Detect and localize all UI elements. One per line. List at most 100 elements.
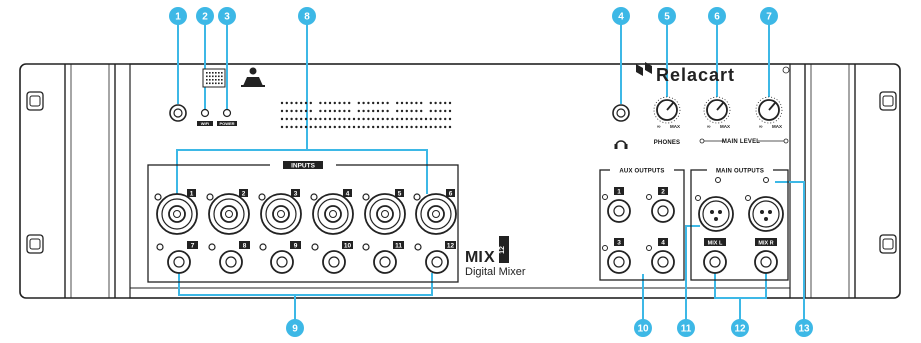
line-input-inner (431, 256, 443, 268)
callout-number: 2 (202, 12, 208, 23)
grille-dot (309, 109, 312, 113)
line-input-inner (328, 256, 340, 268)
aux-output-number: 1 (617, 189, 621, 196)
grille-dot (415, 101, 418, 105)
knob-min-mark: ∞ (657, 124, 661, 130)
grille-dot (391, 117, 394, 121)
grille-dot (434, 109, 437, 113)
input-screw (362, 193, 370, 201)
grille-dot (362, 101, 365, 105)
grille-dot (420, 109, 423, 113)
input-screw (310, 193, 318, 201)
input-screw (206, 193, 214, 201)
callout-number: 1 (175, 12, 181, 23)
grille-dot (314, 117, 317, 121)
main-level-label: MAIN LEVEL (722, 139, 760, 145)
input-screw (208, 243, 216, 251)
mixer-front-panel: WiFi POWER ∞ MAX ∞ MAX ∞ MAX PHONES MAIN LEVEL Rel… (19, 7, 901, 337)
xlr-pin (718, 210, 722, 214)
grille-dot (372, 101, 375, 105)
grille-dot (400, 125, 404, 129)
grid-dot (209, 82, 211, 85)
grille-dot (434, 101, 437, 105)
knob-max-mark: MAX (772, 124, 782, 129)
grille-dot (348, 125, 351, 129)
grille-dot (376, 101, 380, 105)
xlr-pin (764, 217, 768, 221)
grille-dot (439, 109, 442, 113)
combo-input-pin (277, 210, 285, 218)
grille-dot (300, 117, 303, 121)
grille-dot (304, 117, 308, 121)
phones-jack-inner (616, 108, 626, 118)
grid-dot (218, 79, 220, 81)
aux-outputs-title: AUX OUTPUTS (619, 169, 664, 175)
grille-dot (391, 125, 394, 129)
grille-dot (381, 117, 384, 121)
grille-dot (343, 117, 346, 121)
grid-dot (212, 82, 214, 85)
xlr-screw (695, 195, 701, 201)
brand-name: Relacart (656, 65, 735, 85)
mixer-diagram: WiFi POWER ∞ MAX ∞ MAX ∞ MAX PHONES MAIN LEVEL Rel… (0, 0, 921, 338)
grille-dot (439, 125, 442, 129)
power-jack-inner (173, 108, 183, 118)
aux-screw (646, 245, 652, 251)
main-screw (715, 177, 721, 183)
combo-input-number: 1 (190, 191, 194, 198)
callout-number: 11 (681, 324, 692, 335)
callout-number: 9 (292, 324, 298, 335)
grille-dot (400, 117, 404, 121)
grille-dot (410, 125, 413, 129)
grille-dot (444, 101, 447, 105)
grille-dot (280, 109, 284, 113)
main-line-output-inner (709, 256, 721, 268)
grid-dot (215, 79, 217, 81)
grille-dot (319, 125, 322, 129)
knob-min-mark: ∞ (759, 124, 763, 130)
grille-dot (405, 109, 408, 113)
input-screw (154, 193, 162, 201)
grid-dot (221, 72, 223, 74)
grille-dot (348, 109, 351, 113)
combo-input-pin (432, 210, 440, 218)
grille-dot (386, 109, 389, 113)
line-input-number: 9 (294, 243, 298, 250)
input-screw (156, 243, 164, 251)
xlr-pin (760, 210, 764, 214)
input-screw (414, 243, 422, 251)
grille-dot (415, 117, 418, 121)
grille-dot (429, 125, 432, 129)
grille-dot (429, 101, 432, 105)
grille-dot (285, 125, 288, 129)
line-input-number: 11 (395, 243, 402, 250)
grid-dot (206, 82, 208, 85)
grille-dot (367, 101, 370, 105)
input-screw (413, 193, 421, 201)
grille-dot (444, 125, 447, 129)
mix-subtitle: Digital Mixer (465, 266, 526, 278)
aux-screw (602, 245, 608, 251)
grille-dot (420, 125, 423, 129)
grille-dot (400, 101, 404, 105)
grille-dot (357, 101, 360, 105)
line-input-inner (379, 256, 391, 268)
aux-output-inner (657, 205, 669, 217)
combo-input-number: 4 (346, 191, 350, 198)
grille-dot (424, 117, 428, 121)
main-outputs-title: MAIN OUTPUTS (716, 169, 764, 175)
input-screw (259, 243, 267, 251)
grille-dot (439, 117, 442, 121)
combo-input-pin (329, 210, 337, 218)
grille-dot (348, 117, 351, 121)
grille-dot (357, 117, 360, 121)
line-input-inner (276, 256, 288, 268)
grille-dot (376, 117, 380, 121)
grille-dot (324, 101, 327, 105)
grille-dot (429, 117, 432, 121)
grille-dot (280, 125, 284, 129)
grille-dot (405, 125, 408, 129)
grille-dot (333, 101, 336, 105)
grille-dot (348, 101, 351, 105)
grille-dot (280, 101, 284, 105)
